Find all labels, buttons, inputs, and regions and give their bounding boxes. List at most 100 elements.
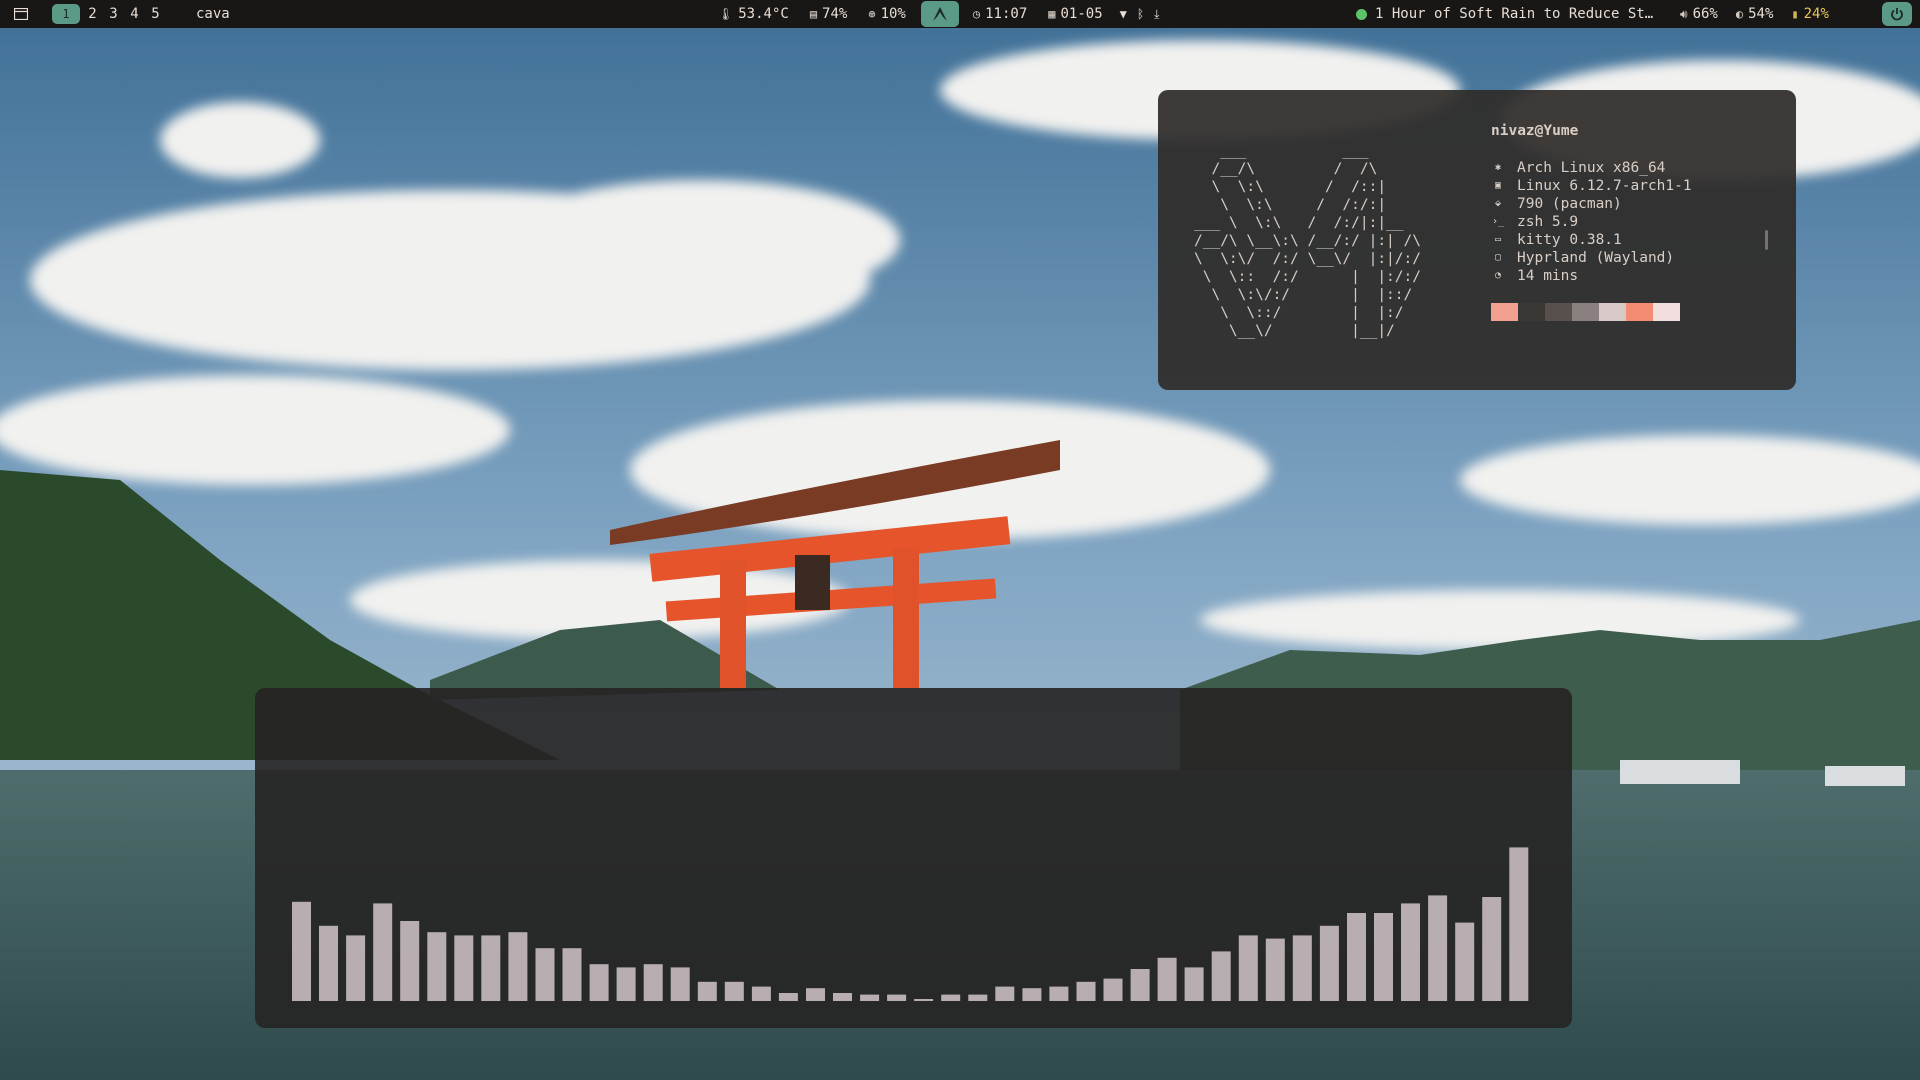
color-swatch [1545,303,1572,321]
workspace-2[interactable]: 2 [82,4,103,24]
system-tray: ▼ ᛒ ⤓ [1120,0,1160,28]
cava-bar [1347,913,1366,1001]
wifi-icon[interactable]: ▼ [1120,0,1127,28]
clock-widget[interactable]: ◷ 11:07 [973,0,1027,28]
date-value: 01-05 [1060,6,1103,22]
temperature-value: 53.4°C [738,6,789,22]
color-palette [1491,303,1680,321]
battery-value: 24% [1803,6,1829,22]
cava-bar [589,964,609,1001]
cava-bar [1401,903,1420,1001]
workspace-3[interactable]: 3 [103,4,124,24]
cava-bar [1076,981,1096,1001]
cava-bar [1319,925,1339,1001]
cava-bar [1482,897,1502,1001]
fastfetch-terminal-window[interactable]: ___ ___ /__/\ / /\ \ \:\ / /::| \ \:\ / … [1158,90,1796,390]
info-terminal-text: kitty 0.38.1 [1517,232,1622,248]
info-wm-text: Hyprland (Wayland) [1517,250,1675,266]
active-window-title: cava [196,6,230,22]
clock-icon: ◷ [972,7,981,21]
temperature-widget[interactable]: 🌡︎ 53.4°C [718,0,789,28]
cava-bar [1265,938,1285,1001]
memory-value: 74% [822,6,848,22]
terminal-scrollbar[interactable] [1765,230,1768,250]
cava-bar [1428,895,1448,1001]
battery-widget[interactable]: ▮ 24% [1791,0,1829,28]
info-uptime: ◔ 14 mins [1491,267,1692,285]
cava-bar [1238,935,1258,1001]
cava-bar [1184,967,1204,1001]
workspace-1[interactable]: 1 [52,4,80,24]
cava-bar [562,948,582,1001]
media-player-widget[interactable]: 1 Hour of Soft Rain to Reduce St… [1356,0,1653,28]
gear-icon: ✱ [1494,162,1502,173]
info-shell-text: zsh 5.9 [1517,214,1579,230]
cava-bar [508,932,528,1001]
volume-value: 66% [1692,6,1718,22]
battery-icon: ▮ [1791,7,1799,21]
media-title: 1 Hour of Soft Rain to Reduce St… [1375,6,1654,22]
top-bar: 1 2 3 4 5 cava 🌡︎ 53.4°C ▤ 74% ⊛ 10% ◷ 1… [0,0,1920,28]
memory-icon: ▤ [809,7,818,21]
cpu-widget[interactable]: ⊛ 10% [868,0,906,28]
clock-value: 11:07 [985,6,1028,22]
cava-bar [400,921,420,1001]
window-icon: ▭ [1494,234,1502,245]
cava-bar [1455,922,1475,1001]
date-widget[interactable]: ▦ 01-05 [1048,0,1102,28]
power-button[interactable] [1882,2,1912,26]
cava-bar [941,994,961,1001]
arch-logo-button[interactable] [920,1,959,27]
cava-bar [346,935,366,1001]
info-kernel: ▣ Linux 6.12.7-arch1-1 [1491,177,1692,195]
color-swatch [1626,303,1653,321]
cava-bar [1292,935,1312,1001]
bluetooth-icon[interactable]: ᛒ [1137,0,1144,28]
cava-bar [1130,969,1150,1001]
info-terminal: ▭ kitty 0.38.1 [1491,231,1692,249]
workspace-5[interactable]: 5 [145,4,166,24]
terminal-icon: ›_ [1491,216,1505,227]
memory-widget[interactable]: ▤ 74% [810,0,848,28]
cava-bar [1374,913,1393,1001]
info-packages: ⬙ 790 (pacman) [1491,195,1692,213]
cava-bar [1103,978,1123,1001]
arch-ascii-logo: ___ ___ /__/\ / /\ \ \:\ / /::| \ \:\ / … [1194,143,1421,339]
cava-bar [616,967,636,1001]
cava-bar [670,967,690,1001]
spotify-icon [1356,8,1367,20]
cava-bar [887,994,907,1001]
cava-bar [860,994,880,1001]
cava-bar [535,948,555,1001]
brightness-value: 54% [1748,6,1774,22]
color-swatch [1599,303,1626,321]
cava-bar [373,903,393,1001]
color-swatch [1572,303,1599,321]
chip-icon: ▣ [1494,180,1502,191]
info-shell: ›_ zsh 5.9 [1491,213,1692,231]
cava-bar [1022,988,1042,1001]
thermometer-icon: 🌡︎ [718,7,734,21]
cava-bar [1049,986,1069,1001]
info-os: ✱ Arch Linux x86_64 [1491,159,1692,177]
cava-bar [724,981,744,1001]
color-swatch [1518,303,1545,321]
sidebar-icon[interactable] [12,0,30,28]
info-wm: ▢ Hyprland (Wayland) [1491,249,1692,267]
volume-widget[interactable]: 🔊︎ 66% [1680,0,1718,28]
workspace-4[interactable]: 4 [124,4,145,24]
fetch-user-host: nivaz@Yume [1491,123,1579,139]
info-uptime-text: 14 mins [1517,268,1579,284]
cava-terminal-window[interactable] [255,688,1572,1028]
speaker-icon: 🔊︎ [1680,7,1688,21]
color-swatch [1491,303,1518,321]
download-icon[interactable]: ⤓ [1154,0,1159,28]
cava-bar [751,986,771,1001]
cava-bar [778,993,798,1001]
monitor-icon: ▢ [1494,252,1502,263]
cava-bar [914,999,934,1001]
cava-bar [427,932,447,1001]
power-icon [1891,8,1903,21]
brightness-icon: ◐ [1735,7,1744,21]
brightness-widget[interactable]: ◐ 54% [1736,0,1774,28]
